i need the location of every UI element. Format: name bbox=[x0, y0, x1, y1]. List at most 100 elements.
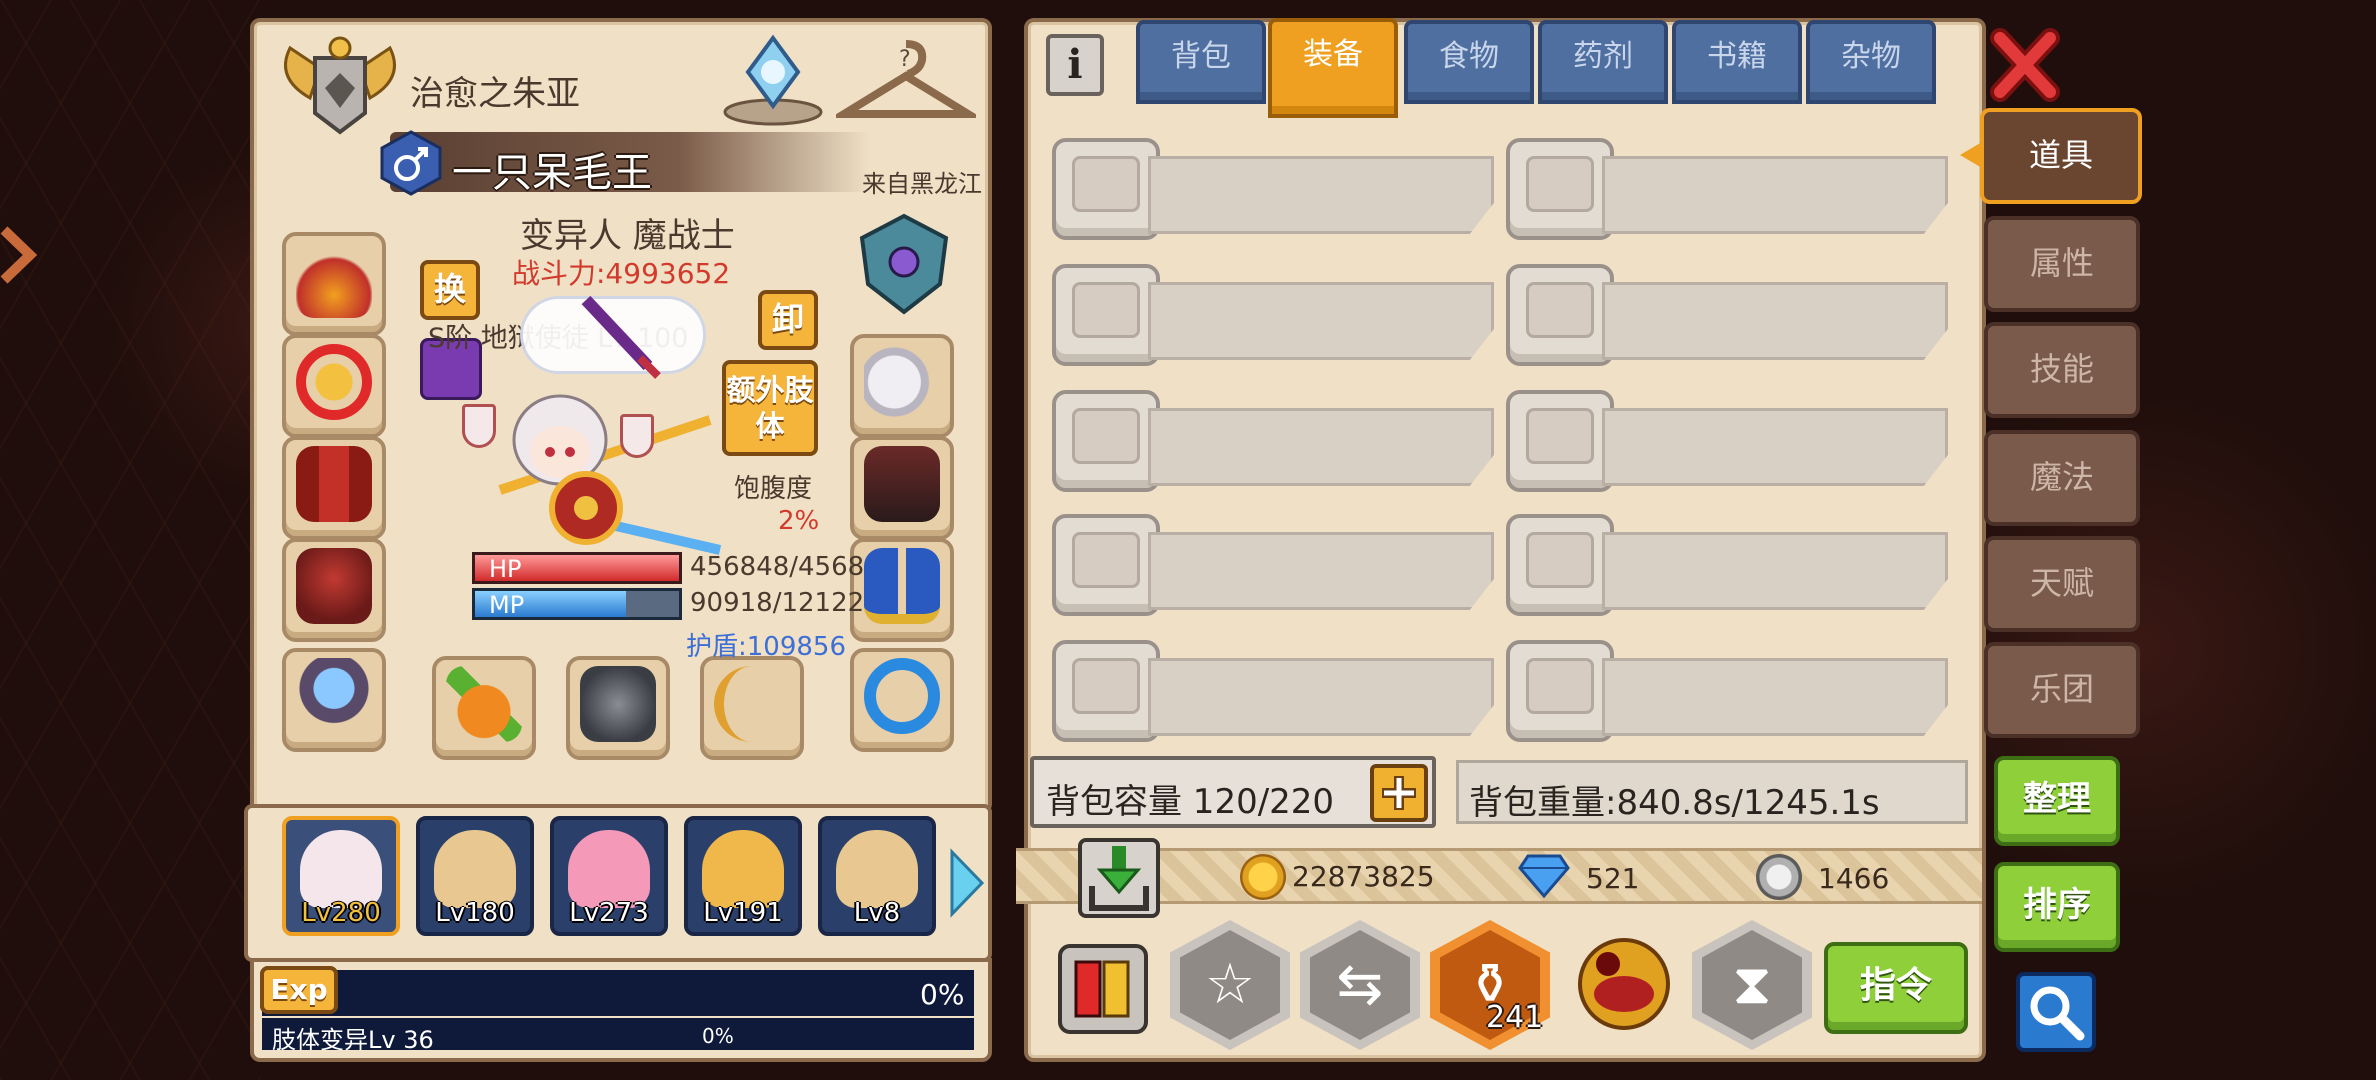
counter-icon bbox=[1074, 960, 1130, 1018]
inventory-slot[interactable] bbox=[1052, 514, 1494, 616]
search-icon bbox=[2030, 986, 2085, 1041]
character-name: 一只呆毛王 bbox=[452, 150, 652, 196]
close-icon[interactable] bbox=[1990, 28, 2060, 102]
shield-value: 护盾:109856 bbox=[686, 632, 847, 662]
party-next-arrow-icon[interactable] bbox=[946, 846, 986, 920]
hp-label: HP bbox=[489, 555, 522, 583]
side-tab-attributes[interactable]: 属性 bbox=[1984, 216, 2140, 312]
tab-misc[interactable]: 杂物 bbox=[1806, 20, 1936, 104]
pumpkin-charm-icon bbox=[446, 666, 522, 742]
gold-coin-icon bbox=[1240, 854, 1286, 900]
info-button[interactable]: i bbox=[1046, 34, 1104, 96]
exp-percent: 0% bbox=[920, 978, 965, 1011]
crystal-icon[interactable] bbox=[720, 32, 826, 128]
mp-value: 90918/12122 bbox=[690, 588, 865, 618]
organize-button[interactable]: 整理 bbox=[1994, 756, 2120, 846]
party-member-portrait bbox=[702, 830, 784, 908]
download-icon bbox=[1089, 846, 1149, 911]
left-edge-arrow-icon bbox=[0, 220, 40, 290]
golden-bow-icon bbox=[714, 666, 790, 742]
unequip-button[interactable]: 卸 bbox=[758, 290, 818, 350]
extra-limb-button[interactable]: 额外肢体 bbox=[722, 360, 818, 456]
tab-backpack[interactable]: 背包 bbox=[1136, 20, 1266, 104]
info-icon: i bbox=[1067, 41, 1083, 88]
satiety-label: 饱腹度 bbox=[734, 474, 813, 504]
inventory-slot[interactable] bbox=[1506, 640, 1948, 742]
satiety-value: 2% bbox=[778, 506, 820, 536]
svg-text:?: ? bbox=[899, 47, 911, 72]
male-gender-icon bbox=[378, 130, 444, 196]
rank-emblem-icon bbox=[270, 28, 410, 138]
side-tab-talents[interactable]: 天赋 bbox=[1984, 536, 2140, 632]
equip-slot-armor[interactable] bbox=[282, 436, 386, 540]
tab-food[interactable]: 食物 bbox=[1404, 20, 1534, 104]
equip-slot-boots[interactable] bbox=[850, 538, 954, 642]
party-member-portrait bbox=[836, 830, 918, 908]
blue-boots-icon bbox=[864, 548, 940, 624]
inventory-slot[interactable] bbox=[1506, 138, 1948, 240]
character-sprite bbox=[470, 380, 730, 580]
party-member-level: Lv8 bbox=[853, 898, 901, 928]
combat-power: 战斗力:4993652 bbox=[512, 257, 731, 290]
tab-potions[interactable]: 药剂 bbox=[1538, 20, 1668, 104]
equip-slot-necklace[interactable] bbox=[282, 334, 386, 438]
equip-slot-pauldron[interactable] bbox=[282, 538, 386, 642]
inventory-slot[interactable] bbox=[1052, 264, 1494, 366]
side-tab-skills[interactable]: 技能 bbox=[1984, 322, 2140, 418]
wardrobe-hanger-icon[interactable]: ? bbox=[829, 34, 983, 130]
equip-slot-helmet[interactable] bbox=[282, 232, 386, 336]
bomb-item-icon[interactable] bbox=[1568, 924, 1680, 1036]
mp-bar: MP bbox=[472, 588, 682, 620]
party-member-2[interactable]: Lv180 bbox=[416, 816, 534, 936]
party-member-portrait bbox=[434, 830, 516, 908]
equip-slot-gloves[interactable] bbox=[850, 334, 954, 438]
tab-equipment[interactable]: 装备 bbox=[1268, 18, 1398, 118]
emblem-shield-icon[interactable] bbox=[856, 212, 952, 316]
background-hex-pattern bbox=[0, 0, 260, 1080]
equip-slot-accessory-2[interactable] bbox=[566, 656, 670, 760]
search-button[interactable] bbox=[2016, 972, 2096, 1052]
heart-banner-left-icon bbox=[462, 404, 496, 448]
crimson-pauldron-icon bbox=[296, 548, 372, 624]
download-button[interactable] bbox=[1078, 838, 1160, 918]
inventory-slot[interactable] bbox=[1052, 138, 1494, 240]
character-origin: 来自黑龙江 bbox=[862, 170, 982, 198]
side-tab-items[interactable]: 道具 bbox=[1980, 108, 2142, 204]
hourglass-icon: ⧗ bbox=[1702, 930, 1802, 1040]
weight-text: 背包重量:840.8s/1245.1s bbox=[1469, 783, 1880, 823]
equip-slot-belt[interactable] bbox=[282, 648, 386, 752]
equip-slot-accessory-3[interactable] bbox=[700, 656, 804, 760]
potion-count: 241 bbox=[1486, 1000, 1544, 1035]
inventory-slot[interactable] bbox=[1506, 264, 1948, 366]
equip-slot-cloak[interactable] bbox=[850, 436, 954, 540]
party-member-portrait bbox=[568, 830, 650, 908]
sort-button[interactable]: 排序 bbox=[1994, 862, 2120, 952]
equip-slot-accessory-1[interactable] bbox=[432, 656, 536, 760]
heart-banner-right-icon bbox=[620, 414, 654, 458]
inventory-slot[interactable] bbox=[1052, 640, 1494, 742]
tab-books[interactable]: 书籍 bbox=[1672, 20, 1802, 104]
party-member-1[interactable]: Lv280 bbox=[282, 816, 400, 936]
party-member-3[interactable]: Lv273 bbox=[550, 816, 668, 936]
ruby-necklace-icon bbox=[296, 344, 372, 420]
side-tab-band[interactable]: 乐团 bbox=[1984, 642, 2140, 738]
party-member-4[interactable]: Lv191 bbox=[684, 816, 802, 936]
inventory-slot[interactable] bbox=[1052, 390, 1494, 492]
party-member-5[interactable]: Lv8 bbox=[818, 816, 936, 936]
command-button[interactable]: 指令 bbox=[1824, 942, 1968, 1034]
expand-capacity-button[interactable] bbox=[1370, 764, 1428, 822]
character-race-class: 变异人 魔战士 bbox=[520, 216, 735, 256]
extra-limb-label: 额外肢体 bbox=[726, 373, 814, 443]
silver-coin-icon bbox=[1756, 854, 1802, 900]
inventory-slot[interactable] bbox=[1506, 390, 1948, 492]
swap-button[interactable]: 换 bbox=[420, 260, 480, 320]
gold-amount: 22873825 bbox=[1292, 860, 1435, 893]
capacity-text: 背包容量 120/220 bbox=[1046, 782, 1335, 822]
inventory-slot[interactable] bbox=[1506, 514, 1948, 616]
blue-ring-icon bbox=[864, 658, 940, 734]
exp-badge-label: Exp bbox=[260, 966, 338, 1014]
equip-slot-ring[interactable] bbox=[850, 648, 954, 752]
diamond-icon bbox=[1518, 850, 1570, 900]
counter-button[interactable] bbox=[1058, 944, 1148, 1034]
side-tab-magic[interactable]: 魔法 bbox=[1984, 430, 2140, 526]
